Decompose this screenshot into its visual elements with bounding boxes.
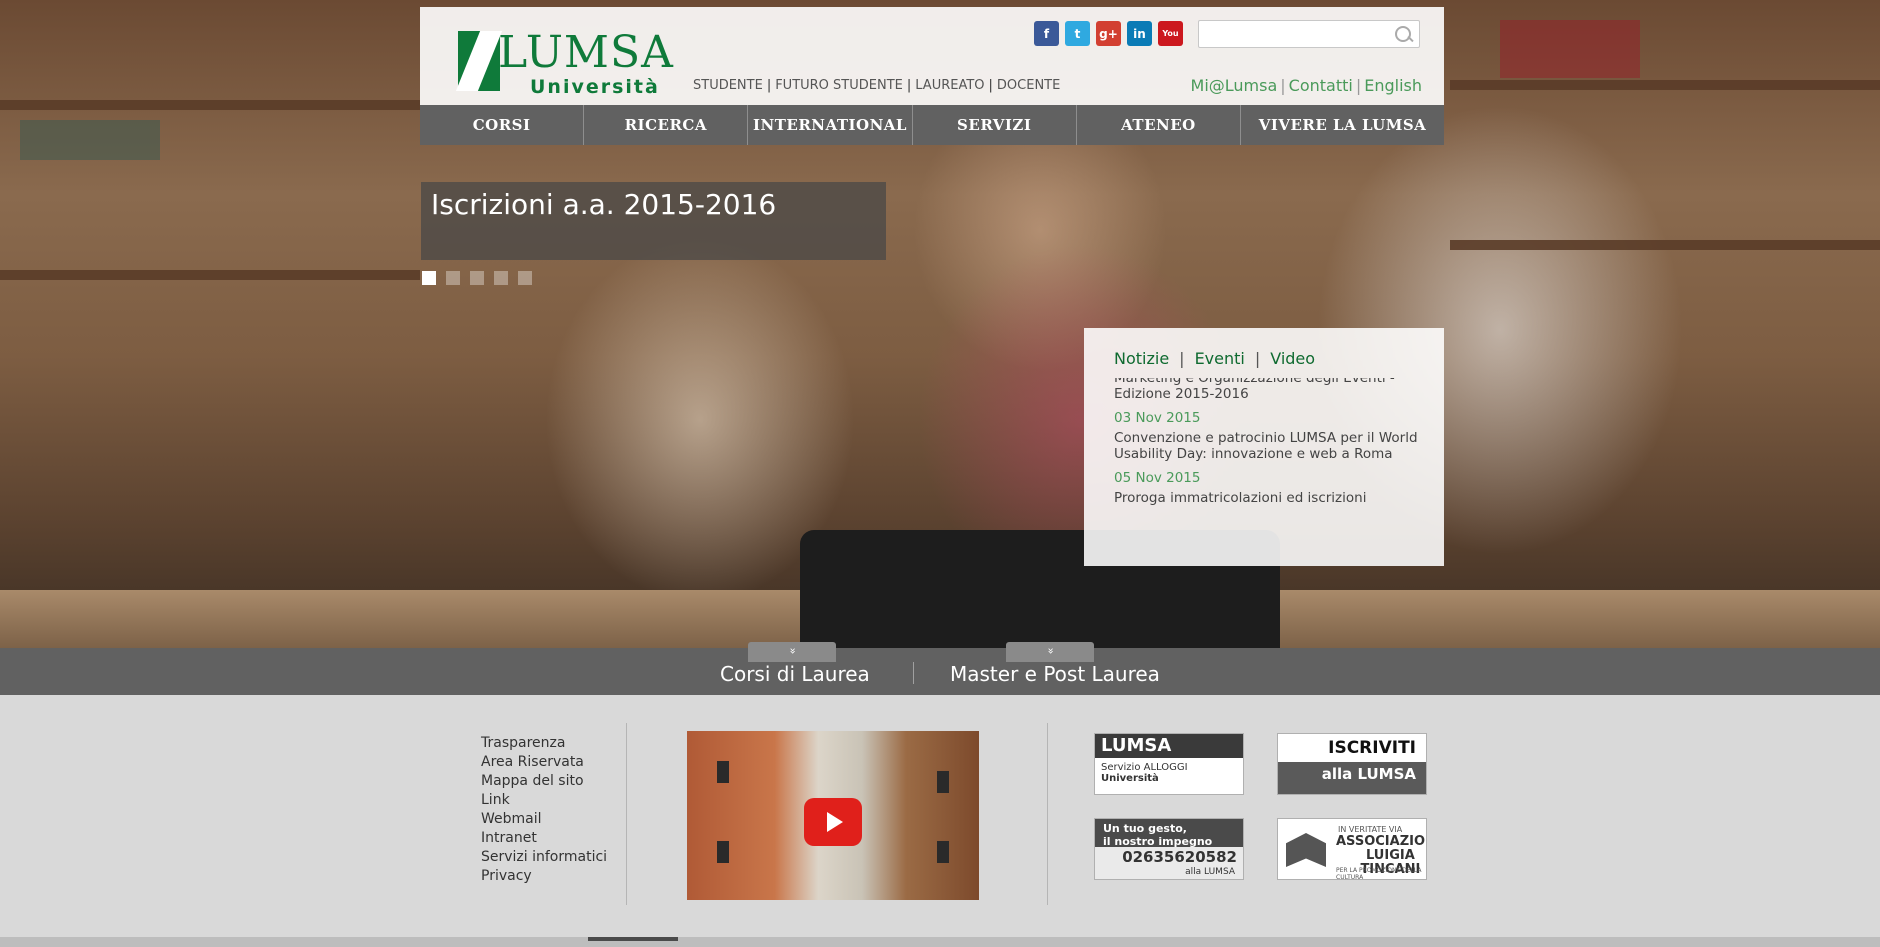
courses-divider bbox=[913, 662, 914, 684]
audience-link-studente[interactable]: STUDENTE bbox=[693, 78, 763, 93]
slider-dot[interactable] bbox=[446, 271, 460, 285]
double-chevron-down-icon[interactable]: » bbox=[1006, 642, 1094, 662]
double-chevron-down-icon[interactable]: » bbox=[748, 642, 836, 662]
search-input[interactable] bbox=[1205, 22, 1389, 48]
link-english[interactable]: English bbox=[1364, 76, 1422, 95]
bottom-strip bbox=[0, 937, 1880, 947]
footer-link-servizi-informatici[interactable]: Servizi informatici bbox=[481, 848, 607, 867]
lumsa-logo-mark-icon bbox=[458, 31, 500, 91]
cinque-per-mille-banner[interactable]: Un tuo gesto, il nostro impegno 026356205… bbox=[1094, 818, 1244, 880]
news-item-title[interactable]: Marketing e Organizzazione degli Eventi … bbox=[1114, 378, 1419, 402]
slider-dot[interactable] bbox=[494, 271, 508, 285]
nav-item-servizi[interactable]: SERVIZI bbox=[913, 105, 1077, 145]
main-nav: CORSI RICERCA INTERNATIONAL SERVIZI ATEN… bbox=[420, 105, 1444, 145]
nav-item-ateneo[interactable]: ATENEO bbox=[1077, 105, 1242, 145]
divider bbox=[626, 723, 627, 905]
audience-link-futuro-studente[interactable]: FUTURO STUDENTE bbox=[775, 78, 903, 93]
tab-video[interactable]: Video bbox=[1270, 349, 1315, 368]
footer-link-trasparenza[interactable]: Trasparenza bbox=[481, 734, 607, 753]
link-contatti[interactable]: Contatti bbox=[1289, 76, 1353, 95]
slider-dot[interactable] bbox=[518, 271, 532, 285]
footer-links: Trasparenza Area Riservata Mappa del sit… bbox=[481, 734, 607, 886]
link-mi-lumsa[interactable]: Mi@Lumsa bbox=[1191, 76, 1278, 95]
lumsa-logo[interactable]: LUMSA Università bbox=[458, 21, 673, 101]
facebook-icon[interactable]: f bbox=[1034, 21, 1059, 46]
tab-notizie[interactable]: Notizie bbox=[1114, 349, 1169, 368]
audience-link-laureato[interactable]: LAUREATO bbox=[915, 78, 984, 93]
corsi-di-laurea-button[interactable]: Corsi di Laurea bbox=[720, 662, 870, 686]
nav-item-international[interactable]: INTERNATIONAL bbox=[748, 105, 913, 145]
footer-link-intranet[interactable]: Intranet bbox=[481, 829, 607, 848]
search-icon[interactable] bbox=[1395, 26, 1411, 42]
nav-item-vivere-la-lumsa[interactable]: VIVERE LA LUMSA bbox=[1241, 105, 1444, 145]
news-panel: Notizie | Eventi | Video Marketing e Organ… bbox=[1084, 328, 1444, 566]
video-thumbnail[interactable] bbox=[687, 731, 979, 900]
logo-text: LUMSA bbox=[498, 27, 674, 78]
footer-link-mappa-del-sito[interactable]: Mappa del sito bbox=[481, 772, 607, 791]
courses-bar: » » Corsi di Laurea Master e Post Laurea bbox=[0, 642, 1880, 695]
news-tabs: Notizie | Eventi | Video bbox=[1114, 349, 1316, 368]
news-item-title[interactable]: Convenzione e patrocinio LUMSA per il Wo… bbox=[1114, 430, 1419, 462]
nav-item-ricerca[interactable]: RICERCA bbox=[584, 105, 749, 145]
tincani-banner[interactable]: IN VERITATE VIA ASSOCIAZIONELUIGIA TINCA… bbox=[1277, 818, 1427, 880]
news-item-title[interactable]: Proroga immatricolazioni ed iscrizioni bbox=[1114, 490, 1419, 506]
news-list[interactable]: Marketing e Organizzazione degli Eventi … bbox=[1114, 378, 1419, 558]
news-item-date: 05 Nov 2015 bbox=[1114, 470, 1201, 486]
iscriviti-banner[interactable]: ISCRIVITI alla LUMSA bbox=[1277, 733, 1427, 795]
slide-caption-title: Iscrizioni a.a. 2015-2016 bbox=[431, 188, 777, 221]
divider bbox=[1047, 723, 1048, 905]
audience-link-docente[interactable]: DOCENTE bbox=[997, 78, 1060, 93]
footer-link-area-riservata[interactable]: Area Riservata bbox=[481, 753, 607, 772]
alloggi-banner[interactable]: LUMSA Servizio ALLOGGI Università bbox=[1094, 733, 1244, 795]
audience-links: STUDENTE | FUTURO STUDENTE | LAUREATO | DOC… bbox=[693, 78, 1061, 93]
logo-subtitle: Università bbox=[530, 76, 660, 98]
footer-link-link[interactable]: Link bbox=[481, 791, 607, 810]
linkedin-icon[interactable]: in bbox=[1127, 21, 1152, 46]
slider-dots bbox=[422, 271, 532, 285]
search-box bbox=[1198, 20, 1420, 48]
footer: Trasparenza Area Riservata Mappa del sit… bbox=[0, 695, 1880, 937]
twitter-icon[interactable]: t bbox=[1065, 21, 1090, 46]
master-post-laurea-button[interactable]: Master e Post Laurea bbox=[950, 662, 1160, 686]
youtube-play-icon[interactable] bbox=[804, 798, 862, 846]
book-icon bbox=[1286, 833, 1326, 867]
youtube-icon[interactable]: You bbox=[1158, 21, 1183, 46]
tab-eventi[interactable]: Eventi bbox=[1195, 349, 1245, 368]
google-plus-icon[interactable]: g+ bbox=[1096, 21, 1121, 46]
site-header: LUMSA Università STUDENTE | FUTURO STUDEN… bbox=[420, 7, 1444, 105]
footer-link-privacy[interactable]: Privacy bbox=[481, 867, 607, 886]
slider-dot[interactable] bbox=[470, 271, 484, 285]
footer-link-webmail[interactable]: Webmail bbox=[481, 810, 607, 829]
top-links: Mi@Lumsa | Contatti | English bbox=[1190, 76, 1422, 95]
slide-caption[interactable]: Iscrizioni a.a. 2015-2016 bbox=[421, 182, 886, 260]
nav-item-corsi[interactable]: CORSI bbox=[420, 105, 585, 145]
social-links: f t g+ in You bbox=[1034, 21, 1183, 46]
slider-dot[interactable] bbox=[422, 271, 436, 285]
news-item-date: 03 Nov 2015 bbox=[1114, 410, 1201, 426]
